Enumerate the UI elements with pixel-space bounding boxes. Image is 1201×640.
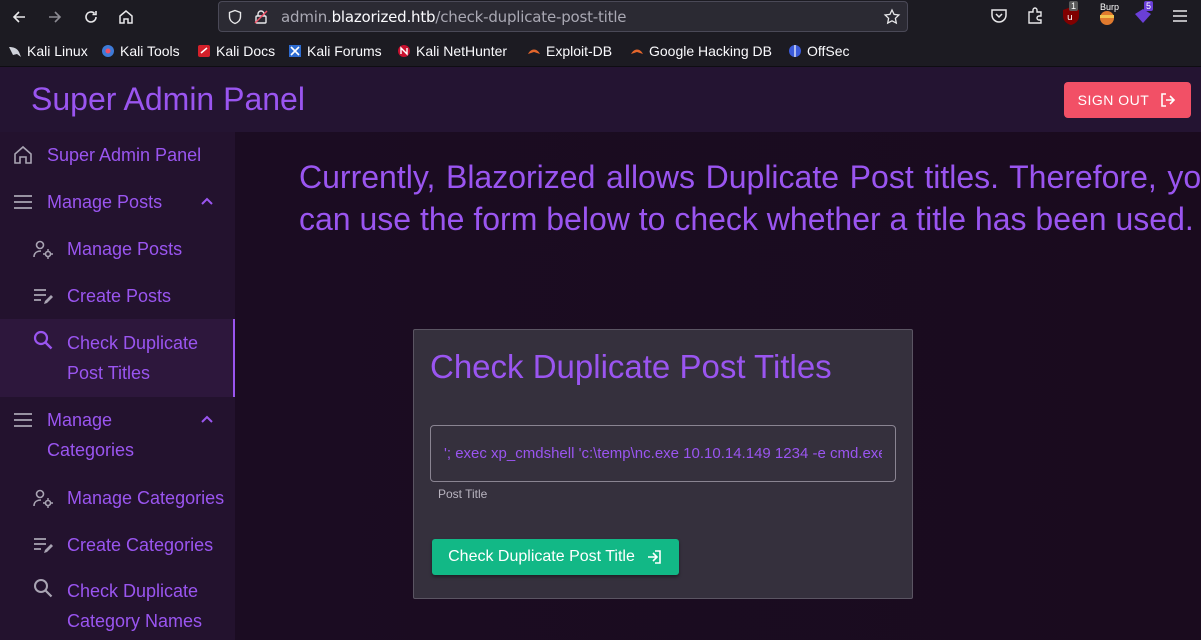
- bookmark-label: Kali Forums: [307, 43, 382, 59]
- sidebar-item-label: Check Duplicate Category Names: [67, 581, 203, 631]
- url-domain: blazorized.htb: [331, 8, 436, 26]
- extension-purple-icon[interactable]: 5: [1133, 1, 1154, 26]
- intro-text: Currently, Blazorized allows Duplicate P…: [299, 159, 1201, 237]
- ublock-badge: 1: [1069, 1, 1079, 11]
- home-icon[interactable]: [115, 6, 137, 28]
- burp-icon[interactable]: Burp: [1097, 2, 1119, 26]
- forward-icon[interactable]: [44, 6, 66, 28]
- check-duplicate-label: Check Duplicate Post Title: [448, 548, 635, 565]
- sidebar-item-label: Manage Categories: [47, 410, 135, 460]
- exploit-db-icon: [528, 49, 540, 54]
- bookmark-label: Kali Linux: [27, 43, 88, 59]
- post-title-field[interactable]: [430, 425, 896, 482]
- post-title-input[interactable]: [431, 426, 895, 481]
- bookmark-label: Google Hacking DB: [649, 43, 772, 59]
- url-prefix: admin.: [281, 8, 332, 26]
- nethunter-icon: [398, 45, 410, 57]
- app-header: Super Admin Panel SIGN OUT: [0, 67, 1201, 132]
- search-icon: [34, 579, 53, 598]
- bookmark-label: OffSec: [807, 43, 850, 59]
- bookmark-kali-tools[interactable]: Kali Tools: [101, 43, 180, 59]
- sidebar-item-manage-categories[interactable]: Manage Categories: [0, 483, 235, 513]
- bookmark-kali-linux[interactable]: Kali Linux: [8, 43, 88, 59]
- address-bar[interactable]: admin.blazorized.htb/check-duplicate-pos…: [218, 1, 908, 32]
- sidebar-item-label: Check Duplicate Post Titles: [67, 333, 199, 383]
- check-duplicate-button[interactable]: Check Duplicate Post Title: [432, 539, 679, 575]
- sidebar-item-label: Super Admin Panel: [47, 145, 202, 165]
- bookmark-label: Exploit-DB: [546, 43, 613, 59]
- sidebar-item-label: Manage Posts: [47, 192, 163, 212]
- post-title-label: Post Title: [438, 487, 488, 501]
- kali-forums-icon: [289, 45, 301, 57]
- bookmark-label: Kali Tools: [120, 43, 180, 59]
- kali-tools-icon: [102, 45, 114, 57]
- user-gear-icon: [33, 489, 53, 508]
- bookmark-offsec[interactable]: OffSec: [788, 43, 850, 59]
- offsec-icon: [789, 45, 801, 57]
- extension-badge: 5: [1144, 1, 1154, 11]
- sign-out-button[interactable]: SIGN OUT: [1064, 82, 1191, 118]
- menu-icon: [14, 413, 32, 427]
- app-title: Super Admin Panel: [31, 81, 305, 117]
- extensions-icon[interactable]: [1025, 6, 1045, 26]
- menu-icon: [14, 195, 32, 209]
- sidebar-item-create-categories[interactable]: Create Categories: [0, 530, 235, 560]
- bookmarks-bar: Kali Linux Kali Tools Kali Docs Kali For…: [0, 34, 1201, 67]
- sidebar-item-label: Manage Categories: [67, 488, 225, 508]
- lock-icon[interactable]: [253, 9, 269, 25]
- user-gear-icon: [33, 240, 53, 259]
- home-icon: [14, 145, 32, 164]
- sidebar-item-manage-posts-group[interactable]: Manage Posts: [0, 187, 235, 217]
- sidebar-item-label: Create Categories: [67, 535, 214, 555]
- edit-list-icon: [34, 289, 53, 304]
- search-icon: [33, 330, 53, 350]
- edit-list-icon: [34, 538, 53, 553]
- sidebar-item-create-posts[interactable]: Create Posts: [0, 281, 235, 311]
- reload-icon[interactable]: [80, 6, 102, 28]
- bookmark-kali-nethunter[interactable]: Kali NetHunter: [397, 43, 507, 59]
- card-title: Check Duplicate Post Titles: [430, 348, 832, 385]
- app-menu-icon[interactable]: [1170, 6, 1190, 26]
- browser-toolbar: admin.blazorized.htb/check-duplicate-pos…: [0, 0, 1201, 34]
- kali-docs-icon: [198, 45, 210, 57]
- bookmark-star-icon[interactable]: [883, 8, 901, 26]
- logout-icon: [1161, 93, 1176, 107]
- sign-out-label: SIGN OUT: [1077, 92, 1150, 108]
- sidebar: Super Admin Panel Manage Posts Manage Po…: [0, 132, 235, 640]
- bookmark-label: Kali Docs: [216, 43, 276, 59]
- sidebar-item-label: Create Posts: [67, 286, 172, 306]
- url-path: /check-duplicate-post-title: [435, 8, 627, 26]
- bookmark-kali-forums[interactable]: Kali Forums: [288, 43, 382, 59]
- svg-text:u: u: [1067, 13, 1073, 23]
- bookmark-exploit-db[interactable]: Exploit-DB: [527, 43, 612, 59]
- sidebar-item-manage-categories-group[interactable]: Manage Categories: [0, 405, 235, 465]
- bookmark-google-hacking-db[interactable]: Google Hacking DB: [630, 43, 772, 59]
- chevron-up-icon: [201, 197, 213, 205]
- burp-badge: Burp: [1100, 2, 1120, 12]
- url-text[interactable]: admin.blazorized.htb/check-duplicate-pos…: [281, 8, 627, 26]
- main-content: Currently, Blazorized allows Duplicate P…: [235, 132, 1201, 640]
- bookmark-kali-docs[interactable]: Kali Docs: [197, 43, 275, 59]
- shield-icon[interactable]: [227, 9, 243, 25]
- kali-dragon-icon: [9, 47, 21, 57]
- ghdb-icon: [631, 49, 643, 54]
- sidebar-item-check-duplicate-post-titles[interactable]: Check Duplicate Post Titles: [0, 328, 233, 388]
- sidebar-item-manage-posts[interactable]: Manage Posts: [0, 234, 235, 264]
- login-icon: [647, 550, 661, 564]
- check-duplicate-card: Check Duplicate Post Titles Post Title C…: [413, 329, 913, 599]
- sidebar-item-check-duplicate-category-names[interactable]: Check Duplicate Category Names: [0, 576, 235, 636]
- chevron-up-icon: [201, 415, 213, 423]
- pocket-icon[interactable]: [989, 6, 1009, 26]
- sidebar-item-super-admin-panel[interactable]: Super Admin Panel: [0, 140, 235, 170]
- sidebar-item-label: Manage Posts: [67, 239, 183, 259]
- back-icon[interactable]: [8, 6, 30, 28]
- bookmark-label: Kali NetHunter: [416, 43, 508, 59]
- ublock-icon[interactable]: u 1: [1061, 1, 1081, 26]
